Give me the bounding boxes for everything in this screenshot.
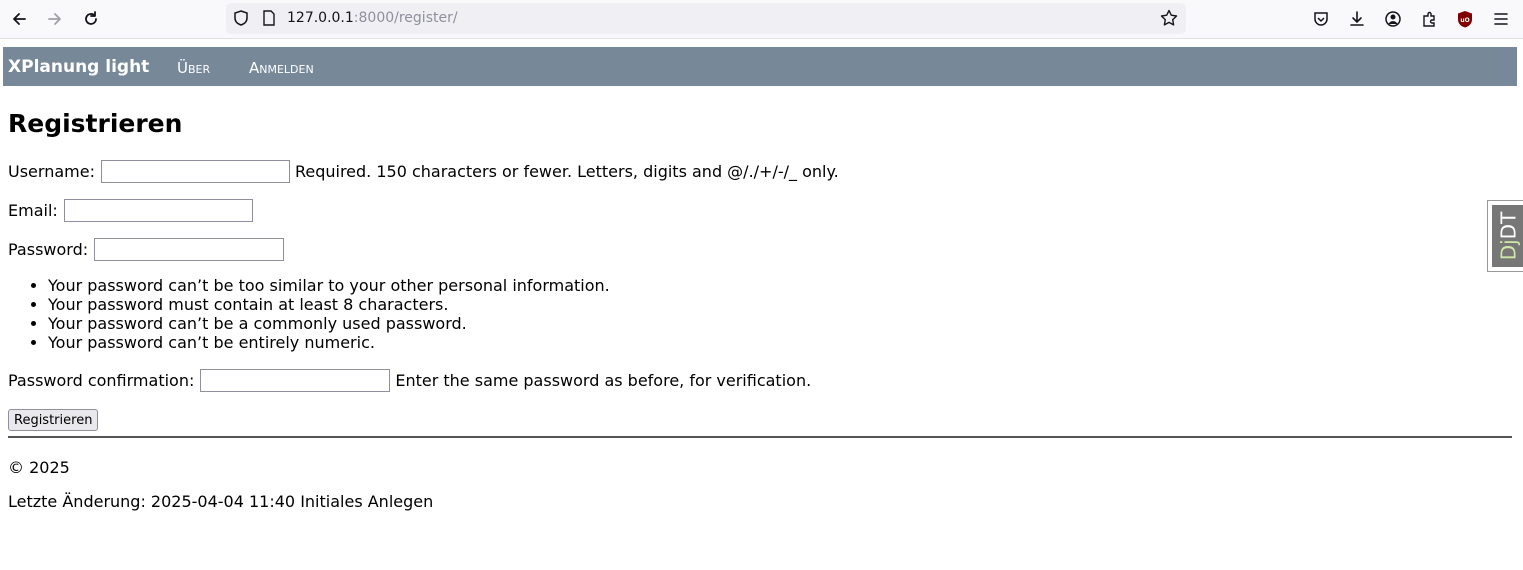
menu-icon[interactable] — [1488, 6, 1514, 32]
reload-icon[interactable] — [78, 6, 104, 32]
nav-link-ueber[interactable]: Über — [177, 59, 210, 77]
navbar: XPlanung light Über Anmelden — [3, 47, 1517, 86]
debug-toolbar-handle[interactable]: DjDT — [1487, 200, 1523, 272]
password-confirm-row: Password confirmation: Enter the same pa… — [8, 369, 811, 392]
password-confirm-input[interactable] — [200, 369, 391, 392]
password-confirm-helptext: Enter the same password as before, for v… — [395, 371, 812, 390]
ublock-icon[interactable]: uO — [1452, 6, 1478, 32]
password-input[interactable] — [94, 238, 285, 261]
brand-link[interactable]: XPlanung light — [8, 57, 149, 77]
email-label: Email: — [8, 201, 58, 220]
djdt-dj-text: Dj — [1496, 239, 1520, 261]
star-icon[interactable] — [1160, 9, 1178, 27]
username-input[interactable] — [100, 160, 290, 183]
extensions-icon[interactable] — [1416, 6, 1442, 32]
forward-arrow-icon[interactable] — [42, 6, 68, 32]
nav-link-anmelden[interactable]: Anmelden — [249, 59, 314, 77]
browser-toolbar: 127.0.0.1:8000/register/ uO — [0, 0, 1523, 39]
djdt-dt-text: DT — [1496, 211, 1520, 240]
url-text[interactable]: 127.0.0.1:8000/register/ — [287, 10, 458, 26]
shield-icon[interactable] — [232, 9, 250, 27]
password-label: Password: — [8, 240, 89, 259]
download-icon[interactable] — [1344, 6, 1370, 32]
last-change: Letzte Änderung: 2025-04-04 11:40 Initia… — [8, 492, 434, 511]
password-confirm-label: Password confirmation: — [8, 371, 195, 390]
page-title: Registrieren — [8, 109, 183, 138]
username-label: Username: — [8, 162, 95, 181]
url-path: :8000/register/ — [353, 10, 458, 26]
copyright: © 2025 — [8, 458, 70, 477]
list-item: Your password must contain at least 8 ch… — [48, 295, 610, 314]
password-rules-list: Your password can’t be too similar to yo… — [8, 276, 610, 352]
username-row: Username: Required. 150 characters or fe… — [8, 160, 839, 183]
email-row: Email: — [8, 199, 253, 222]
svg-text:uO: uO — [1460, 17, 1469, 24]
register-button[interactable]: Registrieren — [8, 409, 99, 431]
account-icon[interactable] — [1380, 6, 1406, 32]
url-bar[interactable]: 127.0.0.1:8000/register/ — [226, 3, 1186, 34]
url-host: 127.0.0.1 — [287, 10, 354, 26]
username-helptext: Required. 150 characters or fewer. Lette… — [294, 162, 839, 181]
password-row: Password: — [8, 238, 285, 261]
list-item: Your password can’t be too similar to yo… — [48, 276, 610, 295]
page-icon[interactable] — [261, 10, 277, 26]
djdt-icon: DjDT — [1492, 205, 1523, 267]
email-input[interactable] — [63, 199, 253, 222]
list-item: Your password can’t be entirely numeric. — [48, 333, 610, 352]
footer-divider — [8, 436, 1512, 438]
back-arrow-icon[interactable] — [6, 6, 32, 32]
pocket-icon[interactable] — [1308, 6, 1334, 32]
page-content: XPlanung light Über Anmelden Registriere… — [0, 39, 1523, 570]
list-item: Your password can’t be a commonly used p… — [48, 314, 610, 333]
